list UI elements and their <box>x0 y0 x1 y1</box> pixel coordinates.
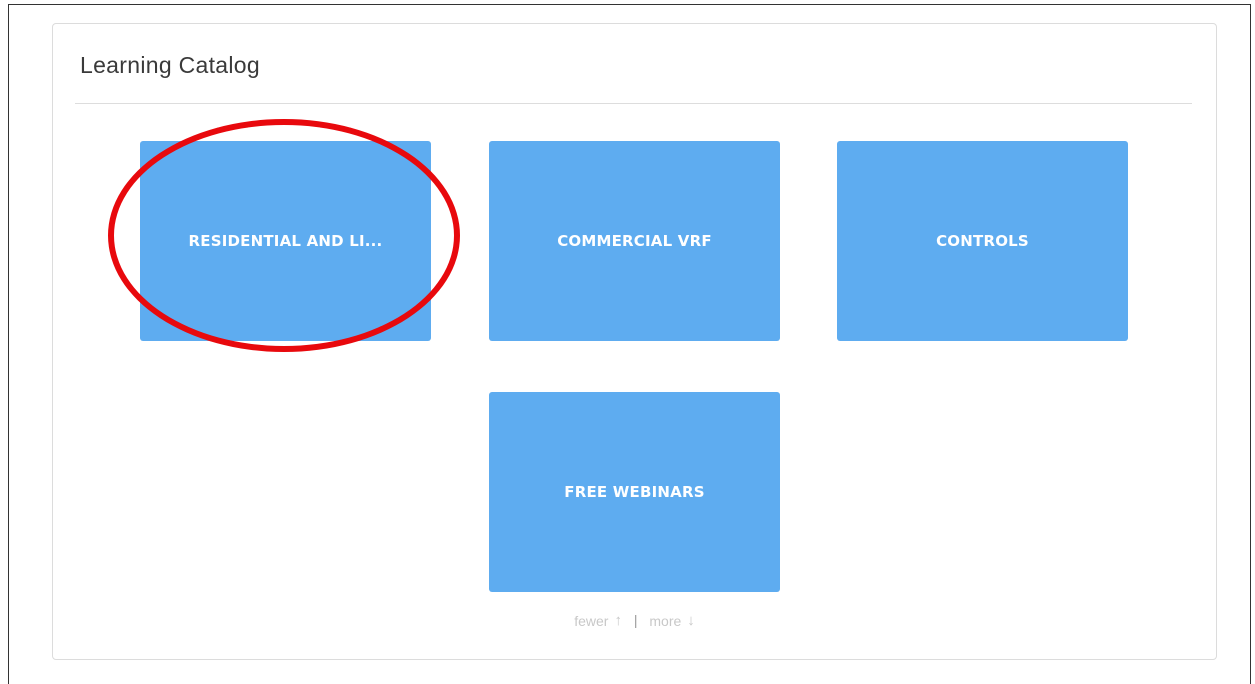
arrow-up-icon: ↑ <box>614 612 622 630</box>
more-label: more <box>649 612 682 629</box>
title-divider <box>75 103 1192 104</box>
fewer-link[interactable]: fewer ↑ <box>574 611 622 629</box>
pager-separator: | <box>633 612 638 629</box>
catalog-tile-label: CONTROLS <box>936 232 1029 250</box>
fewer-label: fewer <box>574 612 609 629</box>
catalog-tile-label: RESIDENTIAL AND LI... <box>188 232 383 250</box>
catalog-tile-residential[interactable]: RESIDENTIAL AND LI... <box>140 141 431 341</box>
catalog-tile-commercial-vrf[interactable]: COMMERCIAL VRF <box>489 141 780 341</box>
panel-title: Learning Catalog <box>80 52 260 78</box>
learning-catalog-panel: Learning Catalog RESIDENTIAL AND LI... C… <box>52 23 1217 660</box>
pager: fewer ↑ | more ↓ <box>53 611 1216 629</box>
more-link[interactable]: more ↓ <box>649 611 694 629</box>
arrow-down-icon: ↓ <box>687 612 695 630</box>
catalog-tile-controls[interactable]: CONTROLS <box>837 141 1128 341</box>
catalog-tile-label: FREE WEBINARS <box>564 483 705 501</box>
catalog-tile-free-webinars[interactable]: FREE WEBINARS <box>489 392 780 592</box>
catalog-tile-label: COMMERCIAL VRF <box>557 232 712 250</box>
